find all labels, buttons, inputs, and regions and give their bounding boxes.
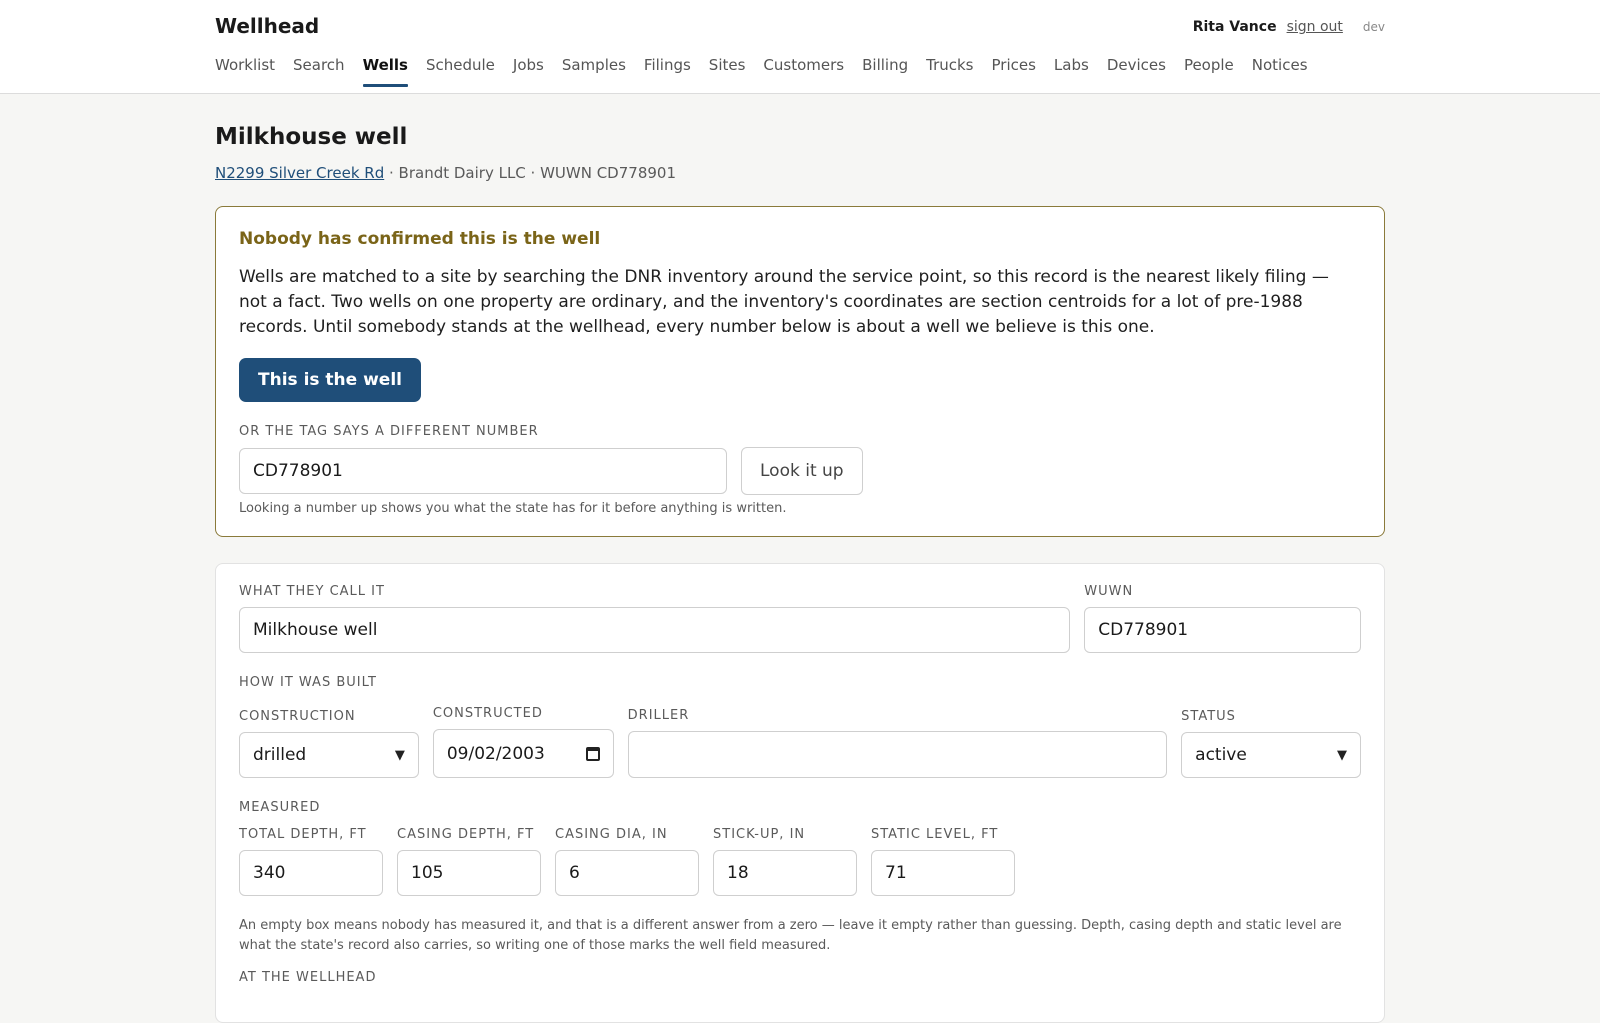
unconfirmed-well-notice: Nobody has confirmed this is the well We… — [215, 206, 1385, 537]
tab-people[interactable]: People — [1184, 56, 1234, 86]
user-area: Rita Vance sign out dev — [1193, 19, 1385, 35]
tab-sites[interactable]: Sites — [709, 56, 746, 86]
casing-depth-input[interactable]: 105 — [397, 850, 541, 896]
user-name: Rita Vance — [1192, 19, 1277, 35]
tag-number-input[interactable]: CD778901 — [239, 448, 727, 494]
main-content: Milkhouse well N2299 Silver Creek Rd · B… — [215, 94, 1385, 1023]
constructed-label: CONSTRUCTED — [432, 706, 543, 721]
static-level-label: STATIC LEVEL, FT — [871, 827, 999, 842]
tab-labs[interactable]: Labs — [1054, 56, 1089, 86]
name-label: WHAT THEY CALL IT — [239, 584, 385, 599]
tab-samples[interactable]: Samples — [562, 56, 626, 86]
notice-text: Wells are matched to a site by searching… — [239, 267, 1329, 337]
stick-up-input[interactable]: 18 — [713, 850, 857, 896]
tab-customers[interactable]: Customers — [763, 56, 844, 86]
stick-up-field: STICK-UP, IN 18 — [713, 827, 857, 896]
measured-hint: An empty box means nobody has measured i… — [239, 918, 1342, 953]
total-depth-label: TOTAL DEPTH, FT — [239, 827, 367, 842]
name-field: WHAT THEY CALL IT Milkhouse well — [239, 584, 1071, 653]
stick-up-label: STICK-UP, IN — [713, 827, 806, 842]
construction-select[interactable]: drilled ▼ — [239, 732, 419, 778]
tab-billing[interactable]: Billing — [862, 56, 908, 86]
driller-field: DRILLER — [627, 708, 1168, 778]
address-link[interactable]: N2299 Silver Creek Rd — [215, 164, 384, 182]
calendar-icon[interactable] — [585, 746, 600, 761]
sign-out-link[interactable]: sign out — [1287, 19, 1343, 35]
constructed-value: 09/02/2003 — [446, 743, 545, 764]
tab-worklist[interactable]: Worklist — [215, 56, 275, 86]
tab-wells[interactable]: Wells — [362, 56, 409, 87]
chevron-down-icon: ▼ — [394, 747, 405, 763]
notice-title: Nobody has confirmed this is the well — [239, 229, 601, 249]
status-value: active — [1195, 745, 1247, 765]
tab-filings[interactable]: Filings — [644, 56, 691, 86]
static-level-field: STATIC LEVEL, FT 71 — [871, 827, 1015, 896]
tab-prices[interactable]: Prices — [992, 56, 1036, 86]
casing-dia-field: CASING DIA, IN 6 — [555, 827, 699, 896]
casing-depth-field: CASING DEPTH, FT 105 — [397, 827, 541, 896]
status-field: STATUS active ▼ — [1181, 709, 1361, 778]
construction-label: CONSTRUCTION — [239, 709, 356, 724]
constructed-date-input[interactable]: 09/02/2003 — [432, 729, 614, 778]
construction-field: CONSTRUCTION drilled ▼ — [239, 709, 419, 778]
well-meta: · Brandt Dairy LLC · WUWN CD778901 — [384, 164, 676, 182]
constructed-field: CONSTRUCTED 09/02/2003 — [432, 706, 614, 778]
chevron-down-icon: ▼ — [1336, 747, 1347, 763]
well-name-input[interactable]: Milkhouse well — [239, 607, 1071, 653]
status-label: STATUS — [1181, 709, 1236, 724]
well-summary: N2299 Silver Creek Rd · Brandt Dairy LLC… — [215, 164, 1385, 182]
tab-devices[interactable]: Devices — [1107, 56, 1166, 86]
casing-dia-input[interactable]: 6 — [555, 850, 699, 896]
measured-heading: MEASURED — [239, 800, 321, 815]
wellhead-heading: AT THE WELLHEAD — [239, 970, 377, 985]
environment-badge: dev — [1362, 20, 1385, 34]
construction-row: CONSTRUCTION drilled ▼ CONSTRUCTED 09/02… — [239, 706, 1361, 778]
main-nav: Worklist Search Wells Schedule Jobs Samp… — [215, 56, 1385, 87]
total-depth-field: TOTAL DEPTH, FT 340 — [239, 827, 383, 896]
casing-dia-label: CASING DIA, IN — [555, 827, 668, 842]
driller-input[interactable] — [627, 731, 1168, 778]
tag-number-label: OR THE TAG SAYS A DIFFERENT NUMBER — [239, 424, 539, 439]
casing-depth-label: CASING DEPTH, FT — [397, 827, 535, 842]
measured-row: TOTAL DEPTH, FT 340 CASING DEPTH, FT 105… — [239, 827, 1361, 896]
tab-jobs[interactable]: Jobs — [513, 56, 544, 86]
tab-notices[interactable]: Notices — [1252, 56, 1308, 86]
identity-row: WHAT THEY CALL IT Milkhouse well WUWN CD… — [239, 584, 1361, 653]
top-bar: Wellhead Rita Vance sign out dev Worklis… — [0, 0, 1600, 94]
wuwn-input[interactable]: CD778901 — [1084, 607, 1361, 653]
tab-schedule[interactable]: Schedule — [426, 56, 495, 86]
status-select[interactable]: active ▼ — [1181, 732, 1361, 778]
page-title: Milkhouse well — [215, 124, 408, 150]
look-it-up-button[interactable]: Look it up — [741, 447, 863, 495]
confirm-well-button[interactable]: This is the well — [239, 358, 421, 402]
tab-search[interactable]: Search — [293, 56, 345, 86]
construction-value: drilled — [253, 745, 307, 765]
tag-lookup-row: CD778901 Look it up — [239, 447, 1361, 495]
wuwn-field: WUWN CD778901 — [1084, 584, 1361, 653]
well-form-card: WHAT THEY CALL IT Milkhouse well WUWN CD… — [215, 563, 1385, 1023]
lookup-hint: Looking a number up shows you what the s… — [239, 501, 787, 516]
driller-label: DRILLER — [627, 708, 690, 723]
total-depth-input[interactable]: 340 — [239, 850, 383, 896]
static-level-input[interactable]: 71 — [871, 850, 1015, 896]
wuwn-label: WUWN — [1084, 584, 1134, 599]
tab-trucks[interactable]: Trucks — [926, 56, 973, 86]
built-heading: HOW IT WAS BUILT — [239, 675, 377, 690]
